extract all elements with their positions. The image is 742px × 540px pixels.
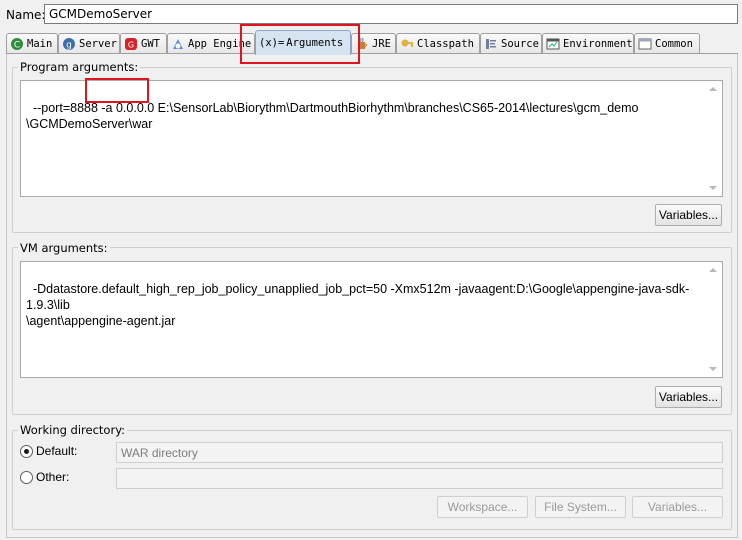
vm-args-variables-button[interactable]: Variables... [655, 386, 722, 408]
other-radio[interactable] [20, 471, 33, 484]
tab-source[interactable]: Source [480, 33, 542, 54]
main-icon: C [10, 37, 24, 51]
name-label: Name: [6, 8, 46, 22]
tab-arguments[interactable]: (x)= Arguments [255, 30, 351, 55]
file-system-button[interactable]: File System... [535, 496, 626, 518]
workspace-button[interactable]: Workspace... [437, 496, 528, 518]
scroll-up-icon[interactable] [709, 268, 717, 272]
tab-environment[interactable]: Environment [542, 33, 634, 54]
tab-gwt[interactable]: G GWT [120, 33, 167, 54]
other-radio-label: Other: [36, 470, 70, 484]
classpath-icon [400, 37, 414, 51]
scroll-down-icon[interactable] [709, 186, 717, 190]
working-dir-variables-button[interactable]: Variables... [632, 496, 723, 518]
app-engine-icon [171, 37, 185, 51]
default-radio[interactable] [20, 445, 33, 458]
svg-text:C: C [14, 41, 20, 51]
tab-server[interactable]: g Server [58, 33, 120, 54]
scroll-up-icon[interactable] [709, 87, 717, 91]
tab-common[interactable]: Common [634, 33, 700, 54]
common-icon [638, 37, 652, 51]
program-args-scrollbar[interactable] [705, 81, 722, 196]
name-input[interactable]: GCMDemoServer [44, 4, 738, 24]
tab-main[interactable]: C Main [6, 33, 58, 54]
scroll-down-icon[interactable] [709, 367, 717, 371]
svg-text:g: g [66, 41, 72, 51]
server-icon: g [62, 37, 76, 51]
tab-classpath[interactable]: Classpath [396, 33, 480, 54]
program-args-variables-button[interactable]: Variables... [655, 204, 722, 226]
other-dir-field[interactable] [116, 468, 723, 489]
environment-icon [546, 37, 560, 51]
default-dir-field: WAR directory [116, 442, 723, 463]
source-icon [484, 37, 498, 51]
working-dir-label: Working directory: [18, 423, 128, 437]
svg-text:G: G [128, 41, 134, 50]
program-args-label: Program arguments: [18, 60, 141, 74]
vm-args-scrollbar[interactable] [705, 262, 722, 377]
highlight-address-arg [85, 78, 149, 103]
tab-bar: C Main g Server G GWT App Engine (x)= Arg… [0, 30, 742, 55]
default-radio-label: Default: [36, 444, 78, 458]
gwt-icon: G [124, 37, 138, 51]
vm-args-textarea[interactable]: -Ddatastore.default_high_rep_job_policy_… [20, 261, 723, 378]
vm-args-label: VM arguments: [18, 241, 110, 255]
arguments-icon: (x)= [259, 37, 285, 49]
